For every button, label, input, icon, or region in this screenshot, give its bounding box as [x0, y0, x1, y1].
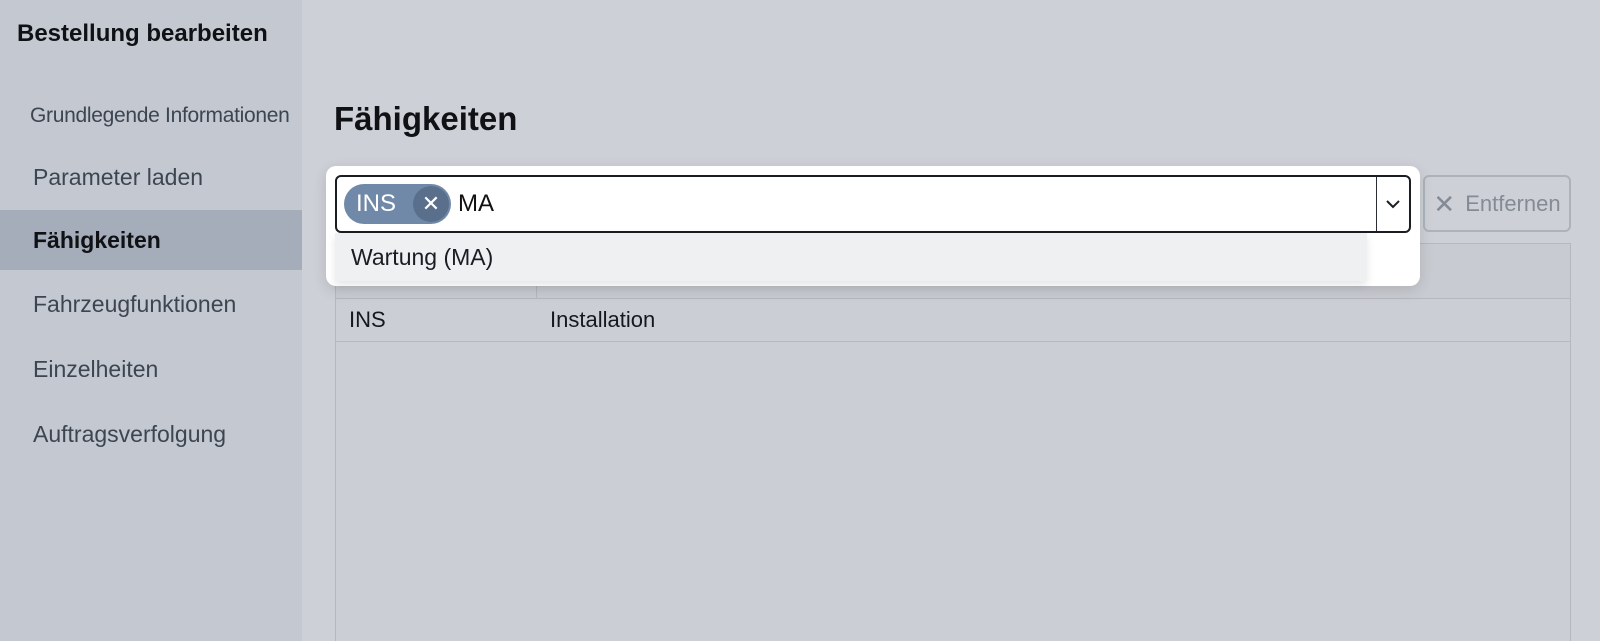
sidebar-title: Bestellung bearbeiten	[17, 20, 268, 47]
sidebar-item-parameter-laden[interactable]: Parameter laden	[0, 147, 302, 207]
chip-remove-icon[interactable]: ✕	[413, 186, 449, 222]
chip-label: INS	[356, 190, 397, 217]
sidebar-item-einzelheiten[interactable]: Einzelheiten	[0, 339, 302, 399]
table-cell-name: Installation	[550, 307, 656, 332]
remove-button-label: Entfernen	[1465, 190, 1561, 216]
dropdown-option[interactable]: Wartung (MA)	[335, 233, 1367, 281]
capability-multiselect[interactable]: INS ✕	[335, 175, 1411, 233]
sidebar-item-auftragsverfolgung[interactable]: Auftragsverfolgung	[0, 404, 302, 464]
capability-search-input[interactable]	[458, 184, 1338, 224]
remove-button[interactable]: ✕ Entfernen	[1423, 175, 1571, 232]
sidebar-item-fahrzeugfunktionen[interactable]: Fahrzeugfunktionen	[0, 274, 302, 334]
capability-select-popup: INS ✕ Wartung (MA)	[326, 166, 1420, 286]
close-icon: ✕	[1433, 188, 1456, 219]
table-row[interactable]: INS Installation	[336, 298, 1570, 342]
app-window: Bestellung bearbeiten Grundlegende Infor…	[0, 0, 1600, 641]
capabilities-table: INS Installation	[335, 243, 1571, 641]
page-title: Fähigkeiten	[334, 100, 518, 137]
dropdown-list: Wartung (MA)	[335, 233, 1367, 281]
main-content: Fähigkeiten INS Installation ✕ Entfernen…	[302, 0, 1600, 641]
sidebar: Bestellung bearbeiten Grundlegende Infor…	[0, 0, 302, 641]
dropdown-toggle-button[interactable]	[1376, 177, 1409, 231]
table-cell-code: INS	[349, 307, 386, 332]
selected-chip: INS ✕	[344, 184, 451, 224]
sidebar-item-faehigkeiten[interactable]: Fähigkeiten	[0, 210, 302, 270]
chevron-down-icon	[1386, 200, 1400, 209]
sidebar-item-grundlegende-informationen[interactable]: Grundlegende Informationen	[0, 86, 302, 146]
